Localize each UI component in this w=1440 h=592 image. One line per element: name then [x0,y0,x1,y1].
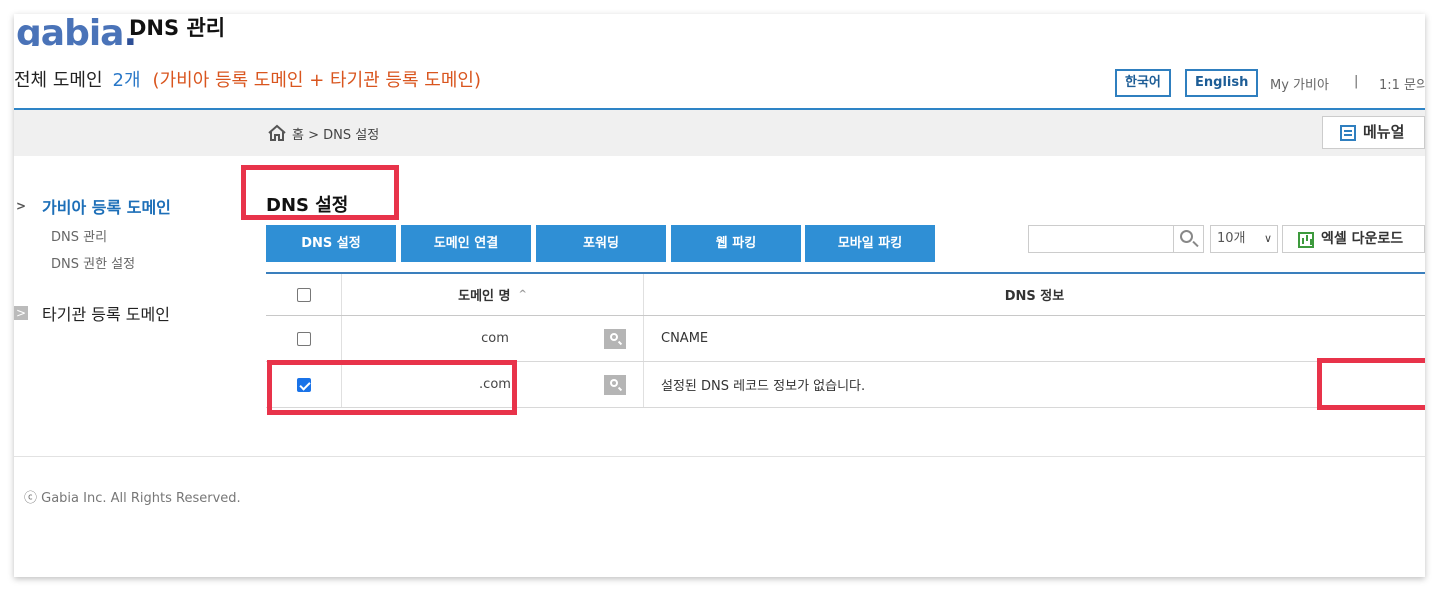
header-dns-info: DNS 정보 [1004,289,1065,304]
per-page-select[interactable]: 10개 ∨ [1210,225,1278,253]
support-link[interactable]: 1:1 문의 [1379,74,1425,93]
app-title: DNS 관리 [129,16,226,40]
sidebar-item-dns-permissions[interactable]: DNS 권한 설정 [51,253,171,272]
domain-search-button[interactable] [604,329,626,349]
domain-name[interactable]: com [445,331,545,346]
highlight-settings-button-box [1317,358,1425,410]
breadcrumb: 홈 > DNS 설정 [292,128,380,143]
home-icon[interactable] [267,124,287,142]
search-icon [1180,230,1193,243]
domain-search-button[interactable] [604,375,626,395]
tab-web-parking[interactable]: 웹 파킹 [671,225,801,262]
footer-divider [14,456,1425,457]
excel-chart-icon [1298,232,1314,248]
chevron-down-icon: ∨ [1263,232,1272,245]
sidebar-group-gabia: > 가비아 등록 도메인 DNS 관리 DNS 권한 설정 [14,194,171,272]
my-gabia-link[interactable]: My 가비아 [1270,74,1329,93]
search-input[interactable] [1028,225,1174,253]
tab-forwarding[interactable]: 포워딩 [536,225,666,262]
dns-info-cell: CNAME 설정 [644,316,1425,361]
page-frame: gabia. DNS 관리 전체 도메인 2개 (가비아 등록 도메인 + 타기관 … [14,14,1425,577]
header-domain-name[interactable]: 도메인 명 ^ [342,274,644,315]
language-english-button[interactable]: English [1185,69,1259,97]
sidebar-item-dns-management[interactable]: DNS 관리 [51,226,171,245]
domain-count-line: 전체 도메인 2개 (가비아 등록 도메인 + 타기관 등록 도메인) [14,66,481,92]
footer-copyright: ⓒ Gabia Inc. All Rights Reserved. [24,491,241,506]
domain-count-description: (가비아 등록 도메인 + 타기관 등록 도메인) [152,70,481,91]
search-icon [610,333,618,341]
highlight-domain-row-box [267,360,517,415]
sidebar-group-other: > 타기관 등록 도메인 [14,301,170,325]
header-checkbox-cell [266,274,342,315]
tab-dns-settings[interactable]: DNS 설정 [266,225,396,262]
chevron-right-icon: > [15,199,27,213]
tab-domain-connect[interactable]: 도메인 연결 [401,225,531,262]
breadcrumb-bar: 홈 > DNS 설정 메뉴얼 [14,110,1425,156]
table-row: com CNAME 설정 [266,316,1425,362]
top-separator: | [1354,74,1359,89]
table-header-row: 도메인 명 ^ DNS 정보 [266,274,1425,316]
search-icon [610,379,618,387]
dns-info-text: CNAME [661,331,709,346]
sidebar-item-other-domains[interactable]: > 타기관 등록 도메인 [14,301,170,325]
highlight-title-box [241,165,399,220]
language-korean-button[interactable]: 한국어 [1115,69,1171,97]
chevron-right-icon: > [14,306,28,320]
domain-count-value: 2개 [112,70,141,91]
select-all-checkbox[interactable] [296,287,311,302]
tab-mobile-parking[interactable]: 모바일 파킹 [805,225,935,262]
dns-info-cell: 설정된 DNS 레코드 정보가 없습니다. 설정 [644,362,1425,407]
excel-download-button[interactable]: 엑셀 다운로드 [1282,225,1425,253]
search-button[interactable] [1174,225,1204,253]
document-icon [1340,125,1356,141]
row-checkbox-cell [266,316,342,361]
manual-button[interactable]: 메뉴얼 [1322,116,1425,149]
domain-name-cell: com [342,316,644,361]
gabia-logo[interactable]: gabia. [16,16,136,46]
sidebar-item-gabia-domains[interactable]: > 가비아 등록 도메인 [14,194,171,218]
row-checkbox[interactable] [296,331,311,346]
domain-count-label: 전체 도메인 [14,70,103,91]
dns-info-text: 설정된 DNS 레코드 정보가 없습니다. [661,379,866,394]
sort-caret-icon: ^ [518,289,527,300]
